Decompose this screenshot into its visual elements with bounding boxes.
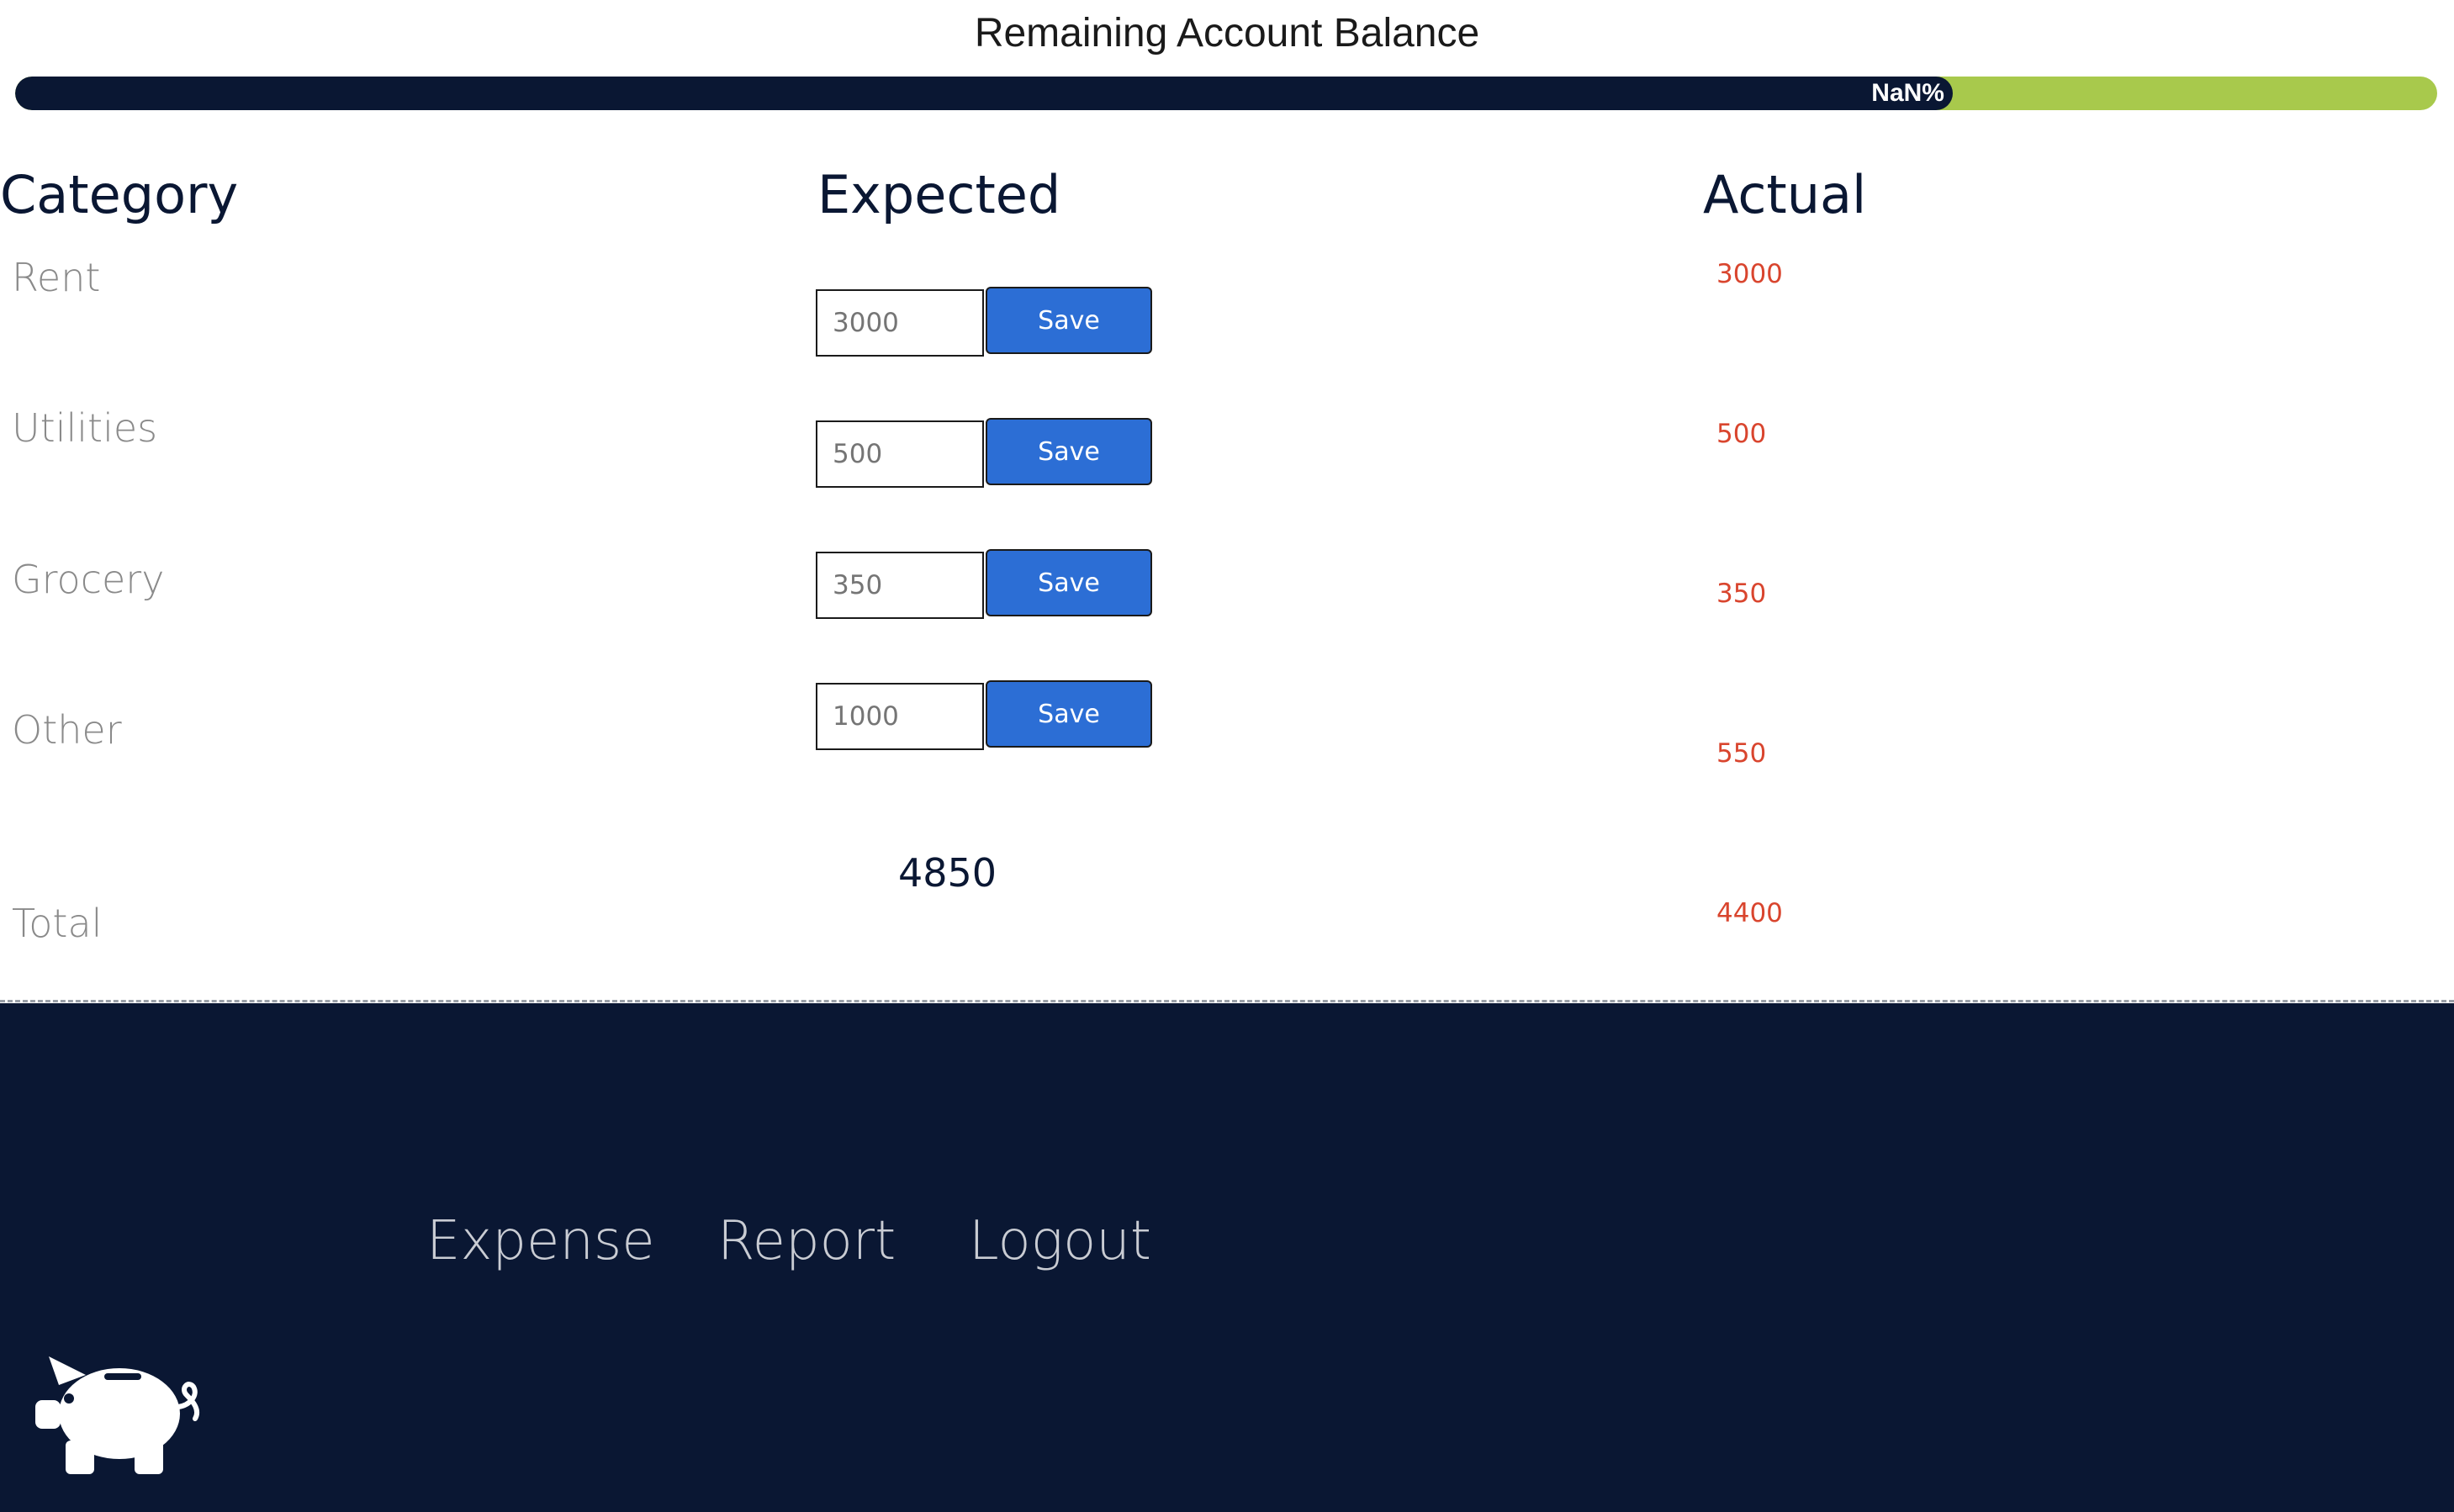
footer-divider bbox=[0, 1000, 2454, 1002]
expected-header: Expected bbox=[817, 164, 1061, 225]
save-button-other[interactable]: Save bbox=[986, 680, 1152, 748]
expected-input-utilities[interactable] bbox=[816, 420, 984, 488]
nav-logout-link[interactable]: Logout bbox=[969, 1209, 1151, 1273]
actual-value-grocery: 350 bbox=[1716, 579, 1767, 609]
category-label-utilities: Utilities bbox=[12, 405, 158, 451]
actual-value-utilities: 500 bbox=[1716, 419, 1767, 449]
save-button-grocery[interactable]: Save bbox=[986, 549, 1152, 616]
save-button-utilities[interactable]: Save bbox=[986, 418, 1152, 485]
actual-total: 4400 bbox=[1716, 898, 1783, 928]
actual-value-rent: 3000 bbox=[1716, 259, 1783, 289]
actual-header: Actual bbox=[1703, 164, 1867, 225]
budget-page: Remaining Account Balance NaN% Category … bbox=[0, 0, 2454, 1512]
category-label-rent: Rent bbox=[12, 255, 101, 300]
total-label: Total bbox=[12, 901, 103, 946]
balance-progress-bar: NaN% bbox=[15, 77, 2437, 110]
nav-report-link[interactable]: Report bbox=[717, 1209, 896, 1273]
actual-value-other: 550 bbox=[1716, 738, 1767, 769]
save-button-rent[interactable]: Save bbox=[986, 287, 1152, 354]
category-header: Category bbox=[0, 164, 239, 225]
expected-input-rent[interactable] bbox=[816, 289, 984, 357]
balance-progress-label: NaN% bbox=[1871, 79, 1944, 107]
nav-expense-link[interactable]: Expense bbox=[426, 1209, 655, 1273]
expected-total: 4850 bbox=[898, 850, 997, 896]
expected-input-grocery[interactable] bbox=[816, 552, 984, 619]
category-label-grocery: Grocery bbox=[12, 557, 165, 602]
footer bbox=[0, 1003, 2454, 1512]
category-label-other: Other bbox=[12, 707, 122, 753]
expected-input-other[interactable] bbox=[816, 683, 984, 750]
balance-progress-fill: NaN% bbox=[15, 77, 1953, 110]
balance-title: Remaining Account Balance bbox=[974, 11, 1480, 56]
piggy-bank-icon[interactable] bbox=[34, 1350, 210, 1476]
